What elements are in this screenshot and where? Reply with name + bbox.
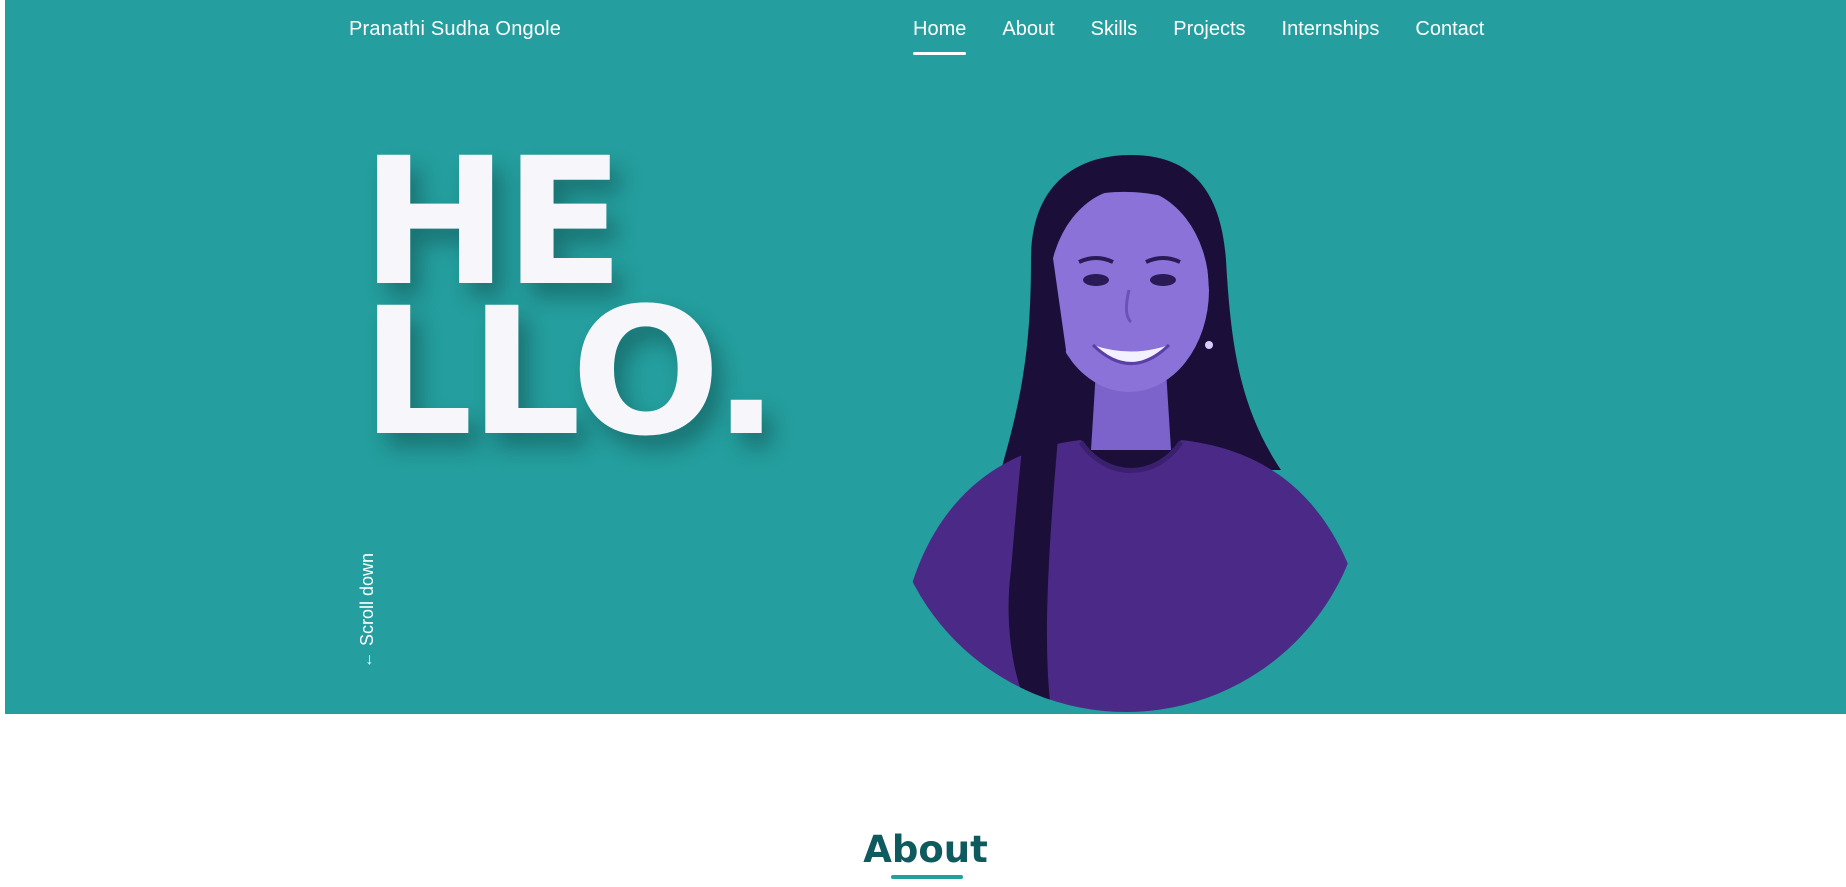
nav-projects[interactable]: Projects [1173,18,1245,55]
site-brand[interactable]: Pranathi Sudha Ongole [349,18,561,41]
about-heading: About [863,828,988,871]
profile-photo [886,155,1366,712]
nav-skills[interactable]: Skills [1091,18,1138,55]
page: Pranathi Sudha Ongole Home About Skills … [5,0,1846,887]
nav-internships[interactable]: Internships [1282,18,1380,55]
nav-contact[interactable]: Contact [1415,18,1484,55]
main-nav: Home About Skills Projects Internships C… [913,18,1484,55]
nav-about[interactable]: About [1002,18,1054,55]
hero-greeting-line-2: LLO. [361,270,780,475]
scroll-down-link[interactable]: ← Scroll down [357,553,378,668]
about-heading-underline [891,875,963,879]
scroll-down-label: Scroll down [357,552,377,646]
arrow-down-icon: ← [358,652,376,668]
hero-greeting: HE LLO. [361,135,780,475]
hero-section: Pranathi Sudha Ongole Home About Skills … [5,0,1846,714]
nav-home[interactable]: Home [913,18,967,55]
